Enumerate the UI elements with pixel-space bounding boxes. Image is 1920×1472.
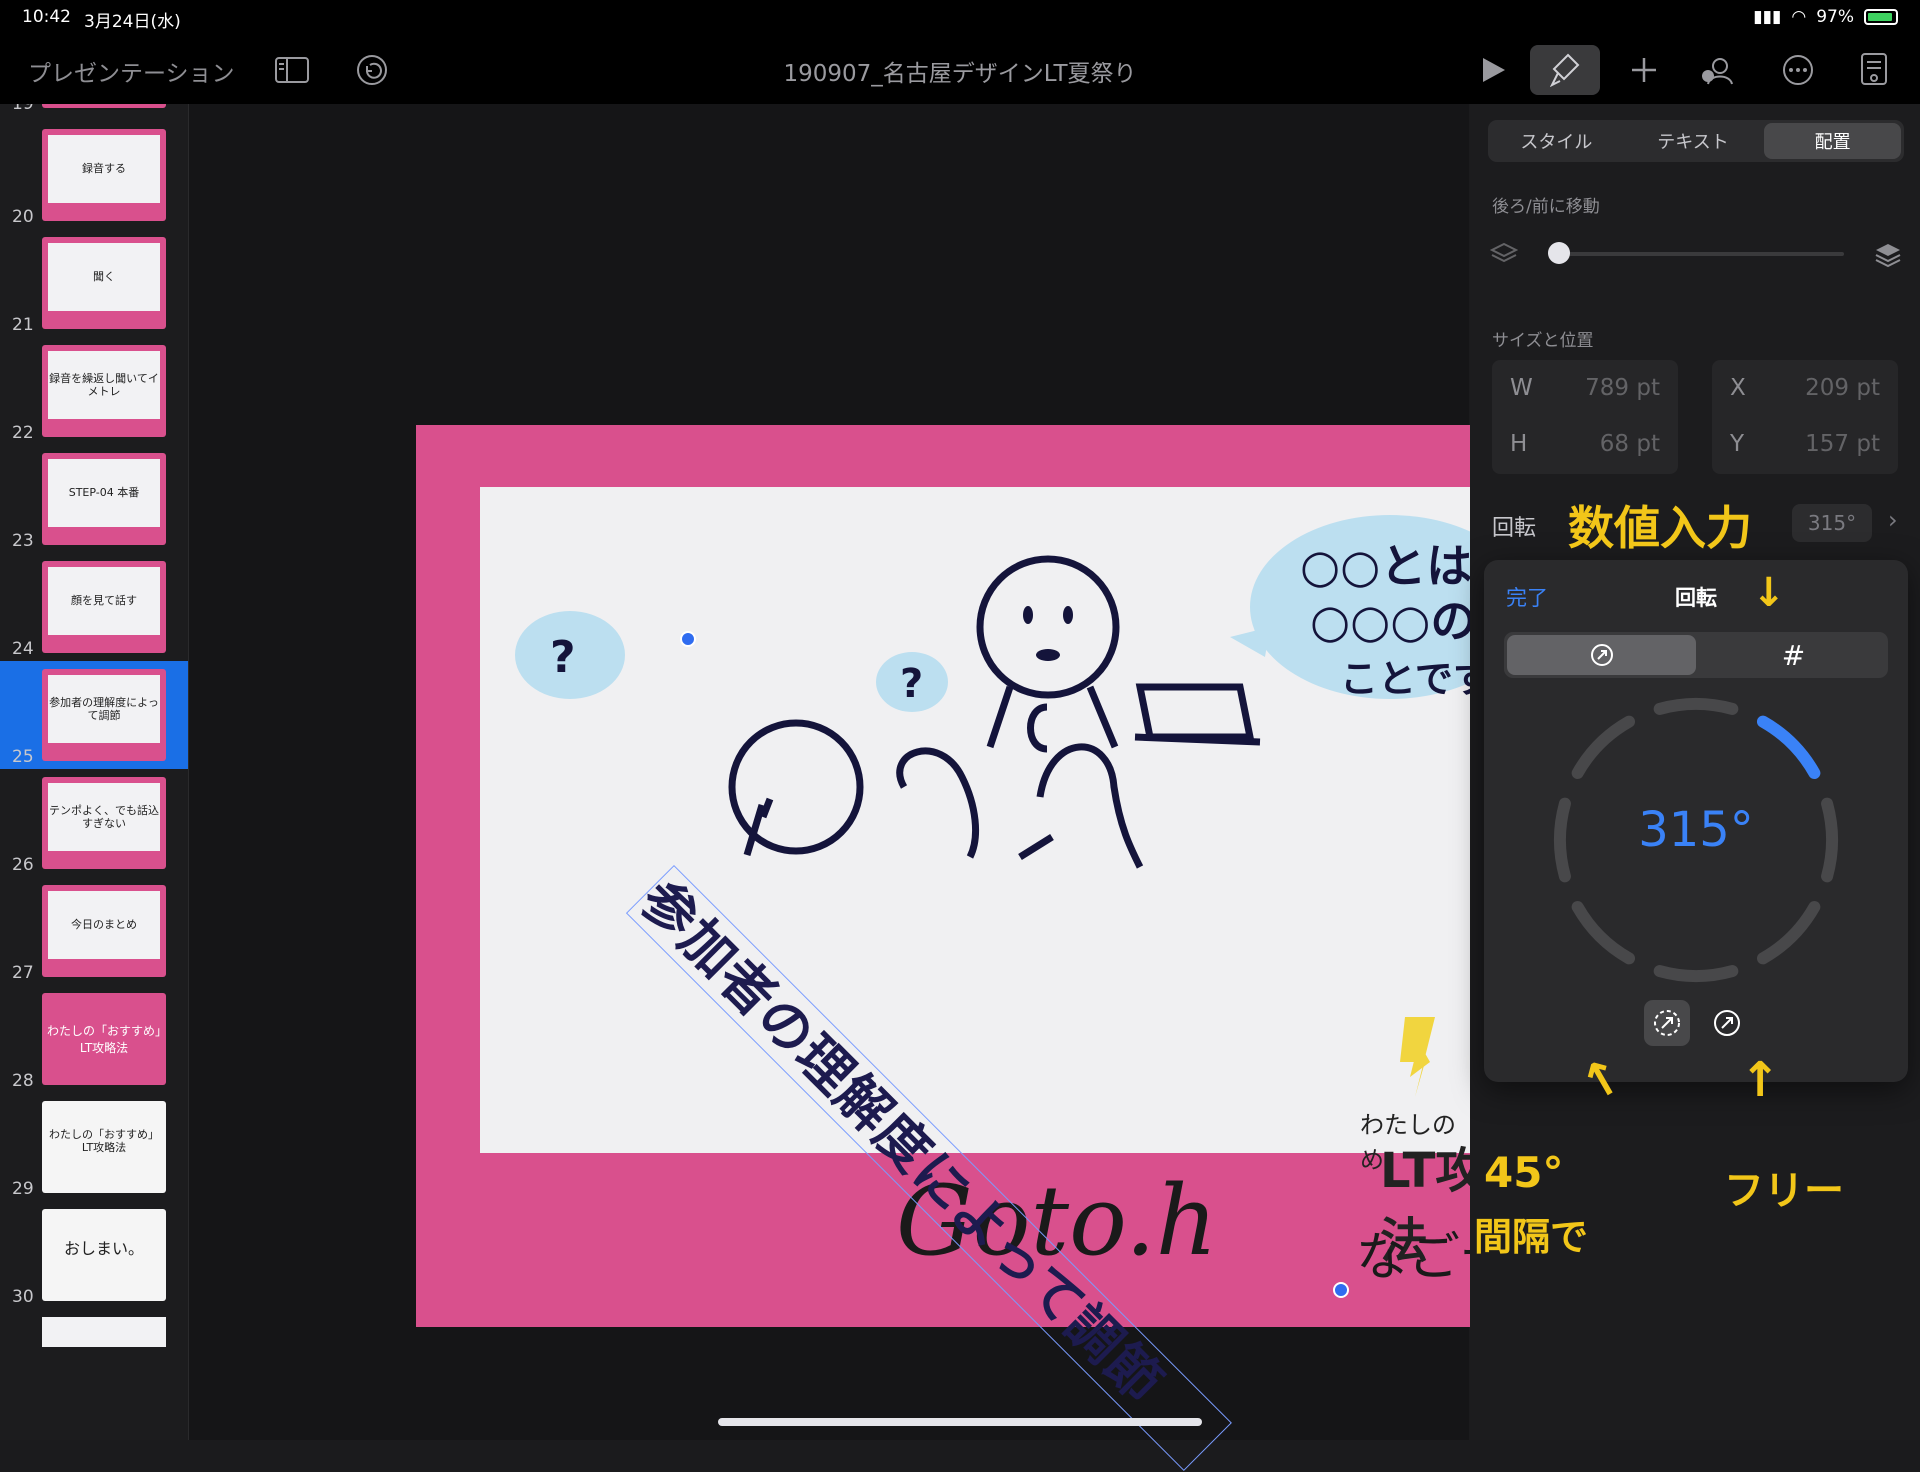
width-field[interactable]: W 789 pt: [1492, 360, 1678, 416]
status-time: 10:42: [22, 7, 71, 27]
arrow-down-icon: ↓: [1752, 570, 1786, 616]
layer-order-slider[interactable]: [1490, 234, 1904, 274]
x-field[interactable]: X 209 pt: [1712, 360, 1898, 416]
height-field[interactable]: H 68 pt: [1492, 416, 1678, 472]
dial-segment: [1571, 900, 1636, 965]
slide-thumbnail[interactable]: 録音する 20: [0, 121, 188, 229]
chevron-right-icon[interactable]: ›: [1888, 506, 1898, 534]
dial-segment: [1653, 965, 1739, 982]
free-rotate-icon: [1714, 1010, 1740, 1036]
dial-mode-segment[interactable]: [1507, 635, 1696, 675]
selection-handle[interactable]: [680, 631, 696, 647]
slide-navigator: 19 録音する 20 聞く 21 録音を繰返し聞いてイメトレ 22 STEP-0…: [0, 104, 189, 1440]
document-icon[interactable]: [1854, 50, 1894, 90]
annotation-numeric: 数値入力: [1568, 501, 1752, 555]
tab-text[interactable]: テキスト: [1625, 120, 1762, 162]
add-icon[interactable]: [1624, 50, 1664, 90]
collaborate-icon[interactable]: [1698, 50, 1738, 90]
rotation-label: 回転: [1492, 516, 1537, 541]
size-position-label: サイズと位置: [1492, 331, 1594, 351]
popover-title: 回転: [1675, 586, 1717, 610]
slide-thumbnail-partial[interactable]: [42, 1317, 166, 1347]
slide-thumbnail[interactable]: テンポよく、でも話込すぎない 26: [0, 769, 188, 877]
dial-value: 315°: [1638, 802, 1754, 858]
slide-thumbnail[interactable]: STEP-04 本番 23: [0, 445, 188, 553]
battery-percent: 97%: [1816, 7, 1854, 27]
question-mark: ?: [550, 632, 576, 683]
battery-icon: [1864, 9, 1898, 25]
slider-track: [1556, 252, 1844, 256]
slide-thumbnail[interactable]: おしまい。 30: [0, 1201, 188, 1309]
slide-thumbnail[interactable]: 聞く 21: [0, 229, 188, 337]
stick-figure-illustration: ○○とは ○○○の ことです ? ?: [515, 515, 1530, 1097]
position-fields: X 209 pt Y 157 pt: [1712, 360, 1898, 474]
tab-arrange[interactable]: 配置: [1764, 123, 1902, 159]
snap-rotate-icon: [1654, 1010, 1680, 1036]
annotation-snap-line2: 間隔で: [1474, 1215, 1589, 1259]
dial-segment: [1571, 715, 1636, 780]
slide-thumbnail[interactable]: 今日のまとめ 27: [0, 877, 188, 985]
dial-segment: [1653, 698, 1739, 715]
rotation-popover: 完了 回転 # 315°: [1484, 560, 1908, 1082]
format-brush-icon[interactable]: [1530, 45, 1600, 95]
question-mark: ?: [900, 661, 923, 707]
inspector-tabs: スタイル テキスト 配置: [1488, 120, 1904, 162]
arrange-label: 後ろ/前に移動: [1492, 197, 1600, 217]
bubble-text-line2: ○○○の: [1310, 594, 1476, 648]
home-indicator[interactable]: [718, 1418, 1202, 1426]
selection-handle[interactable]: [1333, 1282, 1349, 1298]
slide-thumbnail[interactable]: わたしの「おすすめ」LT攻略法 29: [0, 1093, 188, 1201]
current-slide[interactable]: ○○とは ○○○の ことです ? ? わたしの「おすすめ」 LT攻略法 Goto…: [416, 425, 1620, 1471]
arrow-up-icon: ↑: [1740, 1052, 1781, 1108]
bubble-text-line3: ことです: [1340, 657, 1491, 701]
annotation-snap-line1: 45°: [1484, 1148, 1564, 1197]
slide-content-area: ○○とは ○○○の ことです ? ? わたしの「おすすめ」 LT攻略法: [480, 487, 1556, 1269]
slide-canvas[interactable]: ○○とは ○○○の ことです ? ? わたしの「おすすめ」 LT攻略法 Goto…: [189, 104, 1620, 1471]
numeric-mode-segment[interactable]: #: [1699, 632, 1888, 678]
y-field[interactable]: Y 157 pt: [1712, 416, 1898, 472]
slider-knob[interactable]: [1548, 242, 1570, 264]
status-bar: 10:42 3月24日(水) ▮▮▮ ◠ 97%: [0, 0, 1920, 36]
bubble-text-line1: ○○とは: [1300, 539, 1472, 593]
rotate-dial-icon: [1590, 644, 1613, 666]
annotation-free: フリー: [1724, 1168, 1844, 1214]
more-icon[interactable]: [1778, 50, 1818, 90]
slide-thumbnail[interactable]: 録音を繰返し聞いてイメトレ 22: [0, 337, 188, 445]
dial-progress-arc: [1756, 715, 1821, 780]
rotation-value-field[interactable]: 315°: [1792, 504, 1872, 542]
slide-thumbnail[interactable]: 19: [0, 104, 188, 116]
dial-segment: [1756, 900, 1821, 965]
free-rotate-button[interactable]: [1704, 1000, 1750, 1046]
size-fields: W 789 pt H 68 pt: [1492, 360, 1678, 474]
snap-45-button[interactable]: [1644, 1000, 1690, 1046]
status-right: ▮▮▮ ◠ 97%: [1753, 7, 1898, 27]
wifi-icon: ◠: [1791, 7, 1807, 27]
slide-thumbnail-selected[interactable]: 参加者の理解度によって調節 25: [0, 661, 188, 769]
layers-front-icon: [1875, 244, 1901, 268]
signal-icon: ▮▮▮: [1753, 7, 1782, 27]
status-date: 3月24日(水): [84, 12, 181, 32]
rotation-mode-buttons: [1644, 1000, 1750, 1046]
slide-thumbnail[interactable]: 顔を見て話す 24: [0, 553, 188, 661]
rotation-mode-segments: #: [1504, 632, 1888, 678]
top-toolbar: プレゼンテーション 190907_名古屋デザインLT夏祭り: [0, 36, 1920, 104]
play-icon[interactable]: [1474, 50, 1514, 90]
layers-back-icon: [1490, 242, 1518, 263]
slide-thumbnail[interactable]: わたしの「おすすめ」LT攻略法 28: [0, 985, 188, 1093]
tab-style[interactable]: スタイル: [1488, 120, 1625, 162]
